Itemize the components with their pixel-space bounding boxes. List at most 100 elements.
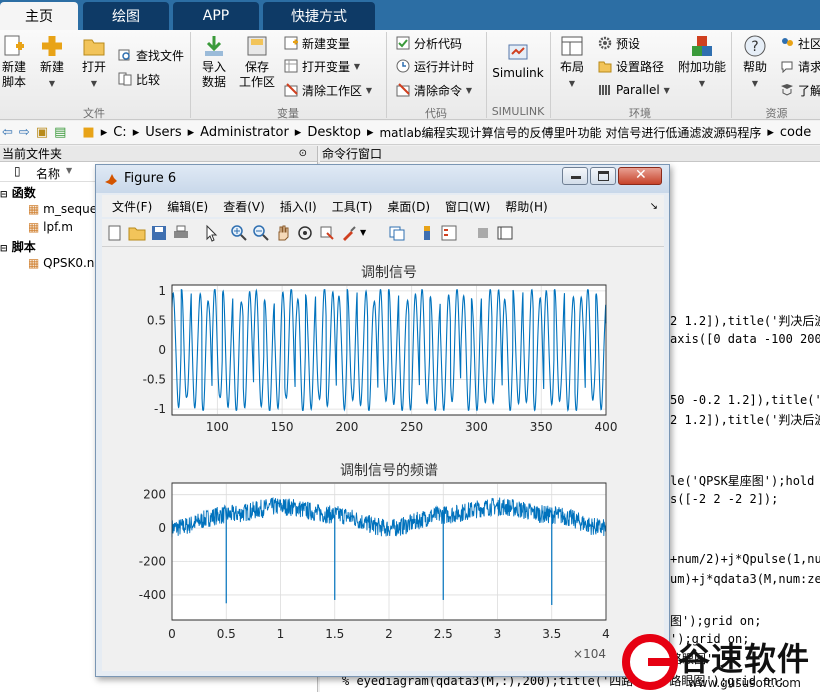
data-cursor-icon[interactable]: [318, 224, 336, 242]
collapse-icon[interactable]: ⊟: [0, 244, 8, 254]
file-item[interactable]: ▦ m_seque: [28, 202, 97, 216]
breadcrumb-segment[interactable]: code: [780, 125, 811, 140]
simulink-button[interactable]: Simulink: [492, 40, 544, 81]
browse-folder-icon[interactable]: ▤: [54, 125, 66, 140]
breadcrumb-segment[interactable]: Users: [145, 125, 181, 140]
collapse-icon[interactable]: ⊟: [0, 190, 8, 200]
file-item[interactable]: ▦ QPSK0.n: [28, 256, 94, 270]
menu-tools[interactable]: 工具(T): [332, 198, 373, 215]
file-name: QPSK0.n: [43, 256, 95, 270]
request-support-icon: [781, 61, 793, 73]
open-variable-button[interactable]: 打开变量 ▼: [284, 57, 360, 75]
parallel-button[interactable]: Parallel ▼: [598, 81, 670, 99]
clear-workspace-button[interactable]: 清除工作区 ▼: [284, 81, 372, 99]
maximize-button[interactable]: [590, 167, 616, 185]
run-and-time-button[interactable]: 运行并计时: [396, 57, 474, 75]
figure-toolbar: ▼: [102, 219, 664, 247]
new-button[interactable]: 新建 ▼: [34, 34, 70, 91]
import-data-label: 导入 数据: [201, 60, 226, 89]
dock-arrow-icon[interactable]: ↘: [650, 201, 658, 212]
menu-window[interactable]: 窗口(W): [445, 198, 490, 215]
command-window-header: 命令行窗口: [320, 146, 820, 162]
breadcrumb-segment[interactable]: Desktop: [307, 125, 361, 140]
menu-edit[interactable]: 编辑(E): [167, 198, 208, 215]
tab-plots[interactable]: 绘图: [83, 2, 169, 30]
preferences-button[interactable]: 预设: [598, 34, 640, 52]
addons-button[interactable]: 附加功能 ▼: [676, 34, 728, 91]
import-data-button[interactable]: 导入 数据: [197, 34, 231, 90]
breadcrumb-segment[interactable]: matlab编程实现计算信号的反傅里叶功能 对信号进行低通滤波源码程序: [379, 124, 761, 141]
zoom-out-icon[interactable]: [252, 224, 270, 242]
tree-section[interactable]: ⊟ 脚本: [0, 238, 36, 255]
pointer-icon[interactable]: [202, 224, 220, 242]
open-variable-icon: [284, 59, 298, 73]
set-path-button[interactable]: 设置路径: [598, 57, 664, 75]
run-and-time-icon: [396, 59, 410, 73]
menu-desktop[interactable]: 桌面(D): [387, 198, 430, 215]
x-tick-label: 0.5: [217, 627, 236, 641]
parallel-icon: [599, 85, 610, 95]
figure-title: Figure 6: [124, 171, 177, 186]
back-arrow-icon[interactable]: ⇦: [2, 125, 13, 140]
addons-icon: [692, 36, 712, 56]
group-simulink-label: SIMULINK: [491, 105, 545, 118]
breadcrumb-segment[interactable]: Administrator: [200, 125, 289, 140]
open-file-icon[interactable]: [128, 224, 146, 242]
menu-insert[interactable]: 插入(I): [280, 198, 317, 215]
find-files-button[interactable]: 查找文件: [118, 46, 184, 64]
path-separator: ▸: [294, 125, 302, 140]
menu-view[interactable]: 查看(V): [223, 198, 265, 215]
group-divider: [486, 32, 487, 118]
request-support-button[interactable]: 请求: [780, 57, 820, 75]
rotate-3d-icon[interactable]: [296, 224, 314, 242]
clear-commands-button[interactable]: 清除命令 ▼: [396, 81, 472, 99]
zoom-in-icon[interactable]: [230, 224, 248, 242]
colorbar-icon[interactable]: [418, 224, 436, 242]
analyze-code-label: 分析代码: [414, 36, 463, 51]
figure-title-bar[interactable]: Figure 6 ✕: [96, 165, 669, 193]
column-name[interactable]: 名称: [36, 165, 60, 182]
link-plot-icon[interactable]: [388, 224, 406, 242]
compare-button[interactable]: 比较: [118, 70, 160, 88]
tab-apps[interactable]: APP: [173, 2, 259, 30]
help-button[interactable]: ? 帮助 ▼: [738, 34, 772, 91]
community-button[interactable]: 社区: [780, 34, 820, 52]
pan-hand-icon[interactable]: [274, 224, 292, 242]
menu-help[interactable]: 帮助(H): [505, 198, 547, 215]
show-plot-tools-icon[interactable]: [496, 224, 514, 242]
analyze-code-button[interactable]: 分析代码: [396, 34, 462, 52]
new-figure-icon[interactable]: [106, 224, 124, 242]
new-variable-label: 新建变量: [302, 36, 351, 51]
group-variable-label: 变量: [277, 107, 299, 120]
new-variable-button[interactable]: 新建变量: [284, 34, 350, 52]
x-tick-label: 400: [595, 420, 618, 434]
breadcrumb-segment[interactable]: C:: [113, 125, 126, 140]
print-icon[interactable]: [172, 224, 190, 242]
tab-shortcuts[interactable]: 快捷方式: [263, 2, 375, 30]
open-button[interactable]: 打开 ▼: [76, 34, 112, 91]
minimize-button[interactable]: [562, 167, 588, 185]
layout-button[interactable]: 布局 ▼: [556, 34, 588, 91]
tab-home[interactable]: 主页: [0, 2, 78, 30]
maximize-icon: [598, 171, 609, 181]
file-item[interactable]: ▦ lpf.m: [28, 220, 73, 234]
forward-arrow-icon[interactable]: ⇨: [19, 125, 30, 140]
ribbon: 新建 脚本 新建 ▼ 打开 ▼ 查找文件 比较 文件 导入 数据 保存 工作区 新建…: [0, 30, 820, 120]
close-button[interactable]: ✕: [618, 167, 662, 185]
sort-chevron-icon[interactable]: ▼: [66, 166, 72, 175]
brush-dropdown-icon[interactable]: ▼: [360, 228, 366, 237]
brush-icon[interactable]: [340, 224, 358, 242]
learn-button[interactable]: 了解: [780, 81, 820, 99]
tab-apps-label: APP: [202, 8, 230, 24]
panel-menu-icon[interactable]: ⊙: [299, 146, 307, 162]
new-script-button[interactable]: 新建 脚本: [0, 34, 28, 90]
hide-plot-tools-icon[interactable]: [474, 224, 492, 242]
figure-window[interactable]: Figure 6 ✕ 文件(F) 编辑(E) 查看(V) 插入(I) 工具(T)…: [95, 164, 670, 677]
menu-file[interactable]: 文件(F): [112, 198, 152, 215]
save-icon[interactable]: [150, 224, 168, 242]
find-files-label: 查找文件: [136, 48, 185, 63]
tree-section[interactable]: ⊟ 函数: [0, 184, 36, 201]
legend-icon[interactable]: [440, 224, 458, 242]
save-workspace-button[interactable]: 保存 工作区: [237, 34, 277, 90]
up-folder-icon[interactable]: ▣: [36, 125, 48, 140]
